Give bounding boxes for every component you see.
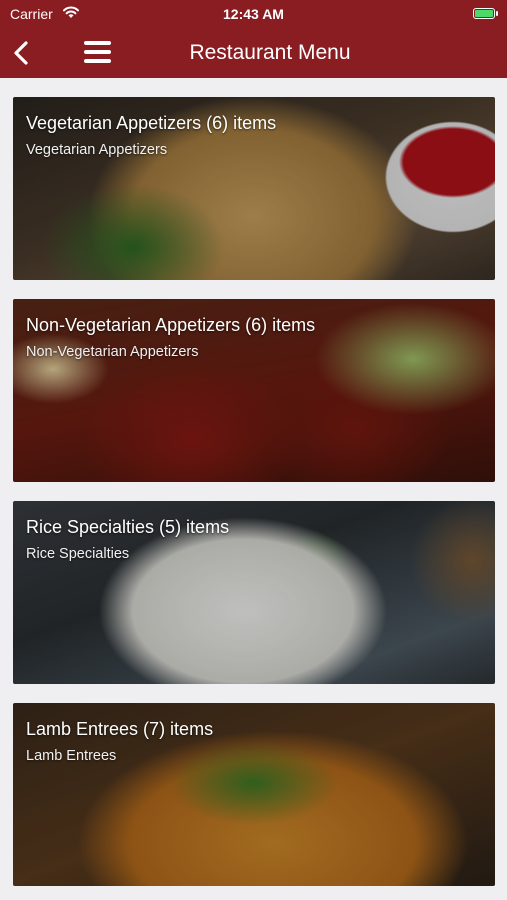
status-time: 12:43 AM: [223, 6, 284, 22]
category-card-vegetarian-appetizers[interactable]: Vegetarian Appetizers (6) items Vegetari…: [13, 97, 495, 280]
category-card-non-vegetarian-appetizers[interactable]: Non-Vegetarian Appetizers (6) items Non-…: [13, 299, 495, 482]
category-subtitle: Vegetarian Appetizers: [26, 142, 168, 158]
category-title: Vegetarian Appetizers (6) items: [26, 113, 277, 133]
battery-charging-icon: [473, 8, 498, 19]
category-title: Lamb Entrees (7) items: [26, 719, 214, 739]
category-subtitle: Lamb Entrees: [26, 748, 117, 764]
category-title: Rice Specialties (5) items: [26, 517, 230, 537]
category-card-rice-specialties[interactable]: Rice Specialties (5) items Rice Specialt…: [13, 501, 495, 684]
status-bar: Carrier 12:43 AM: [0, 0, 507, 28]
category-subtitle: Non-Vegetarian Appetizers: [26, 344, 199, 360]
page-title: Restaurant Menu: [189, 41, 351, 64]
category-list: Vegetarian Appetizers (6) items Vegetari…: [13, 97, 495, 900]
category-title: Non-Vegetarian Appetizers (6) items: [26, 315, 316, 335]
nav-bar: Restaurant Menu: [0, 28, 507, 78]
category-card-lamb-entrees[interactable]: Lamb Entrees (7) items Lamb Entrees: [13, 703, 495, 886]
category-subtitle: Rice Specialties: [26, 546, 130, 562]
